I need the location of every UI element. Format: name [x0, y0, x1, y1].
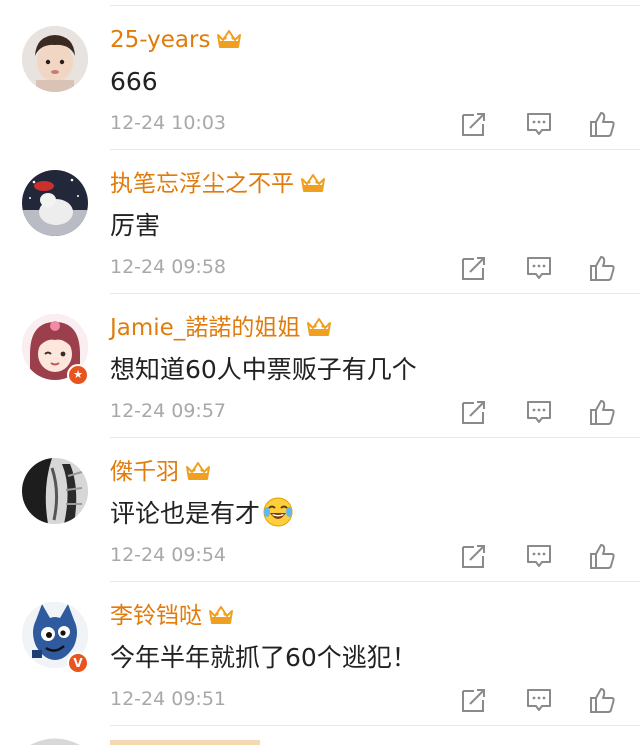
crown-icon — [307, 318, 332, 336]
username[interactable]: 25-years — [110, 24, 242, 56]
timestamp: 12-24 09:51 — [110, 688, 227, 710]
next-comment-peek — [0, 730, 640, 745]
share-icon[interactable] — [460, 398, 488, 426]
comment-item: V 李铃铛哒 今年半年就抓了60个逃犯！ 12-24 09:51 — [0, 582, 640, 726]
thumbs-up-icon[interactable] — [588, 110, 616, 138]
comment-icon[interactable] — [525, 398, 553, 426]
avatar[interactable] — [22, 26, 88, 92]
comment-list: 25-years 666 12-24 10:03 执笔忘浮尘之不平 厉害 12-… — [0, 0, 640, 745]
share-icon[interactable] — [460, 254, 488, 282]
comment-text: 厉害 — [110, 211, 161, 240]
thumbs-up-icon[interactable] — [588, 398, 616, 426]
share-icon[interactable] — [460, 110, 488, 138]
timestamp: 12-24 09:58 — [110, 256, 227, 278]
comment-icon[interactable] — [525, 542, 553, 570]
thumbs-up-icon[interactable] — [588, 686, 616, 714]
crown-icon — [217, 30, 242, 48]
timestamp: 12-24 10:03 — [110, 112, 227, 134]
comment-item: 25-years 666 12-24 10:03 — [0, 6, 640, 150]
username[interactable]: Jamie_諾諾的姐姐 — [110, 312, 332, 344]
username[interactable]: 执笔忘浮尘之不平 — [110, 168, 326, 200]
comment-text: 想知道60人中票贩子有几个 — [110, 355, 417, 384]
comment-icon[interactable] — [525, 686, 553, 714]
timestamp: 12-24 09:57 — [110, 400, 227, 422]
username-text[interactable]: Jamie_諾諾的姐姐 — [110, 315, 300, 341]
comment-text: 666 — [110, 67, 158, 96]
avatar[interactable] — [22, 458, 88, 524]
comment-item: 傑千羽 评论也是有才 12-24 09:54 — [0, 438, 640, 582]
username[interactable]: 李铃铛哒 — [110, 600, 234, 632]
share-icon[interactable] — [460, 686, 488, 714]
timestamp: 12-24 09:54 — [110, 544, 227, 566]
username-text[interactable]: 李铃铛哒 — [110, 603, 202, 629]
username-text[interactable]: 执笔忘浮尘之不平 — [110, 171, 294, 197]
avatar[interactable] — [22, 170, 88, 236]
crown-icon — [301, 174, 325, 192]
thumbs-up-icon[interactable] — [588, 254, 616, 282]
verified-v-badge-icon: V — [67, 652, 89, 674]
divider — [110, 725, 640, 726]
crown-icon — [186, 462, 210, 480]
username-text[interactable]: 25-years — [110, 27, 210, 53]
comment-text: 今年半年就抓了60个逃犯！ — [110, 643, 417, 672]
laughing-crying-emoji-icon — [263, 497, 293, 527]
star-badge-icon: ★ — [67, 364, 89, 386]
thumbs-up-icon[interactable] — [588, 542, 616, 570]
comment-item: 执笔忘浮尘之不平 厉害 12-24 09:58 — [0, 150, 640, 294]
comment-icon[interactable] — [525, 254, 553, 282]
comment-icon[interactable] — [525, 110, 553, 138]
crown-icon — [209, 606, 233, 624]
comment-item: ★ Jamie_諾諾的姐姐 想知道60人中票贩子有几个 12-24 09:57 — [0, 294, 640, 438]
share-icon[interactable] — [460, 542, 488, 570]
comment-text-content: 评论也是有才 — [110, 499, 261, 528]
comment-text: 评论也是有才 — [110, 495, 294, 533]
username[interactable]: 傑千羽 — [110, 456, 211, 488]
username-text[interactable]: 傑千羽 — [110, 459, 179, 485]
